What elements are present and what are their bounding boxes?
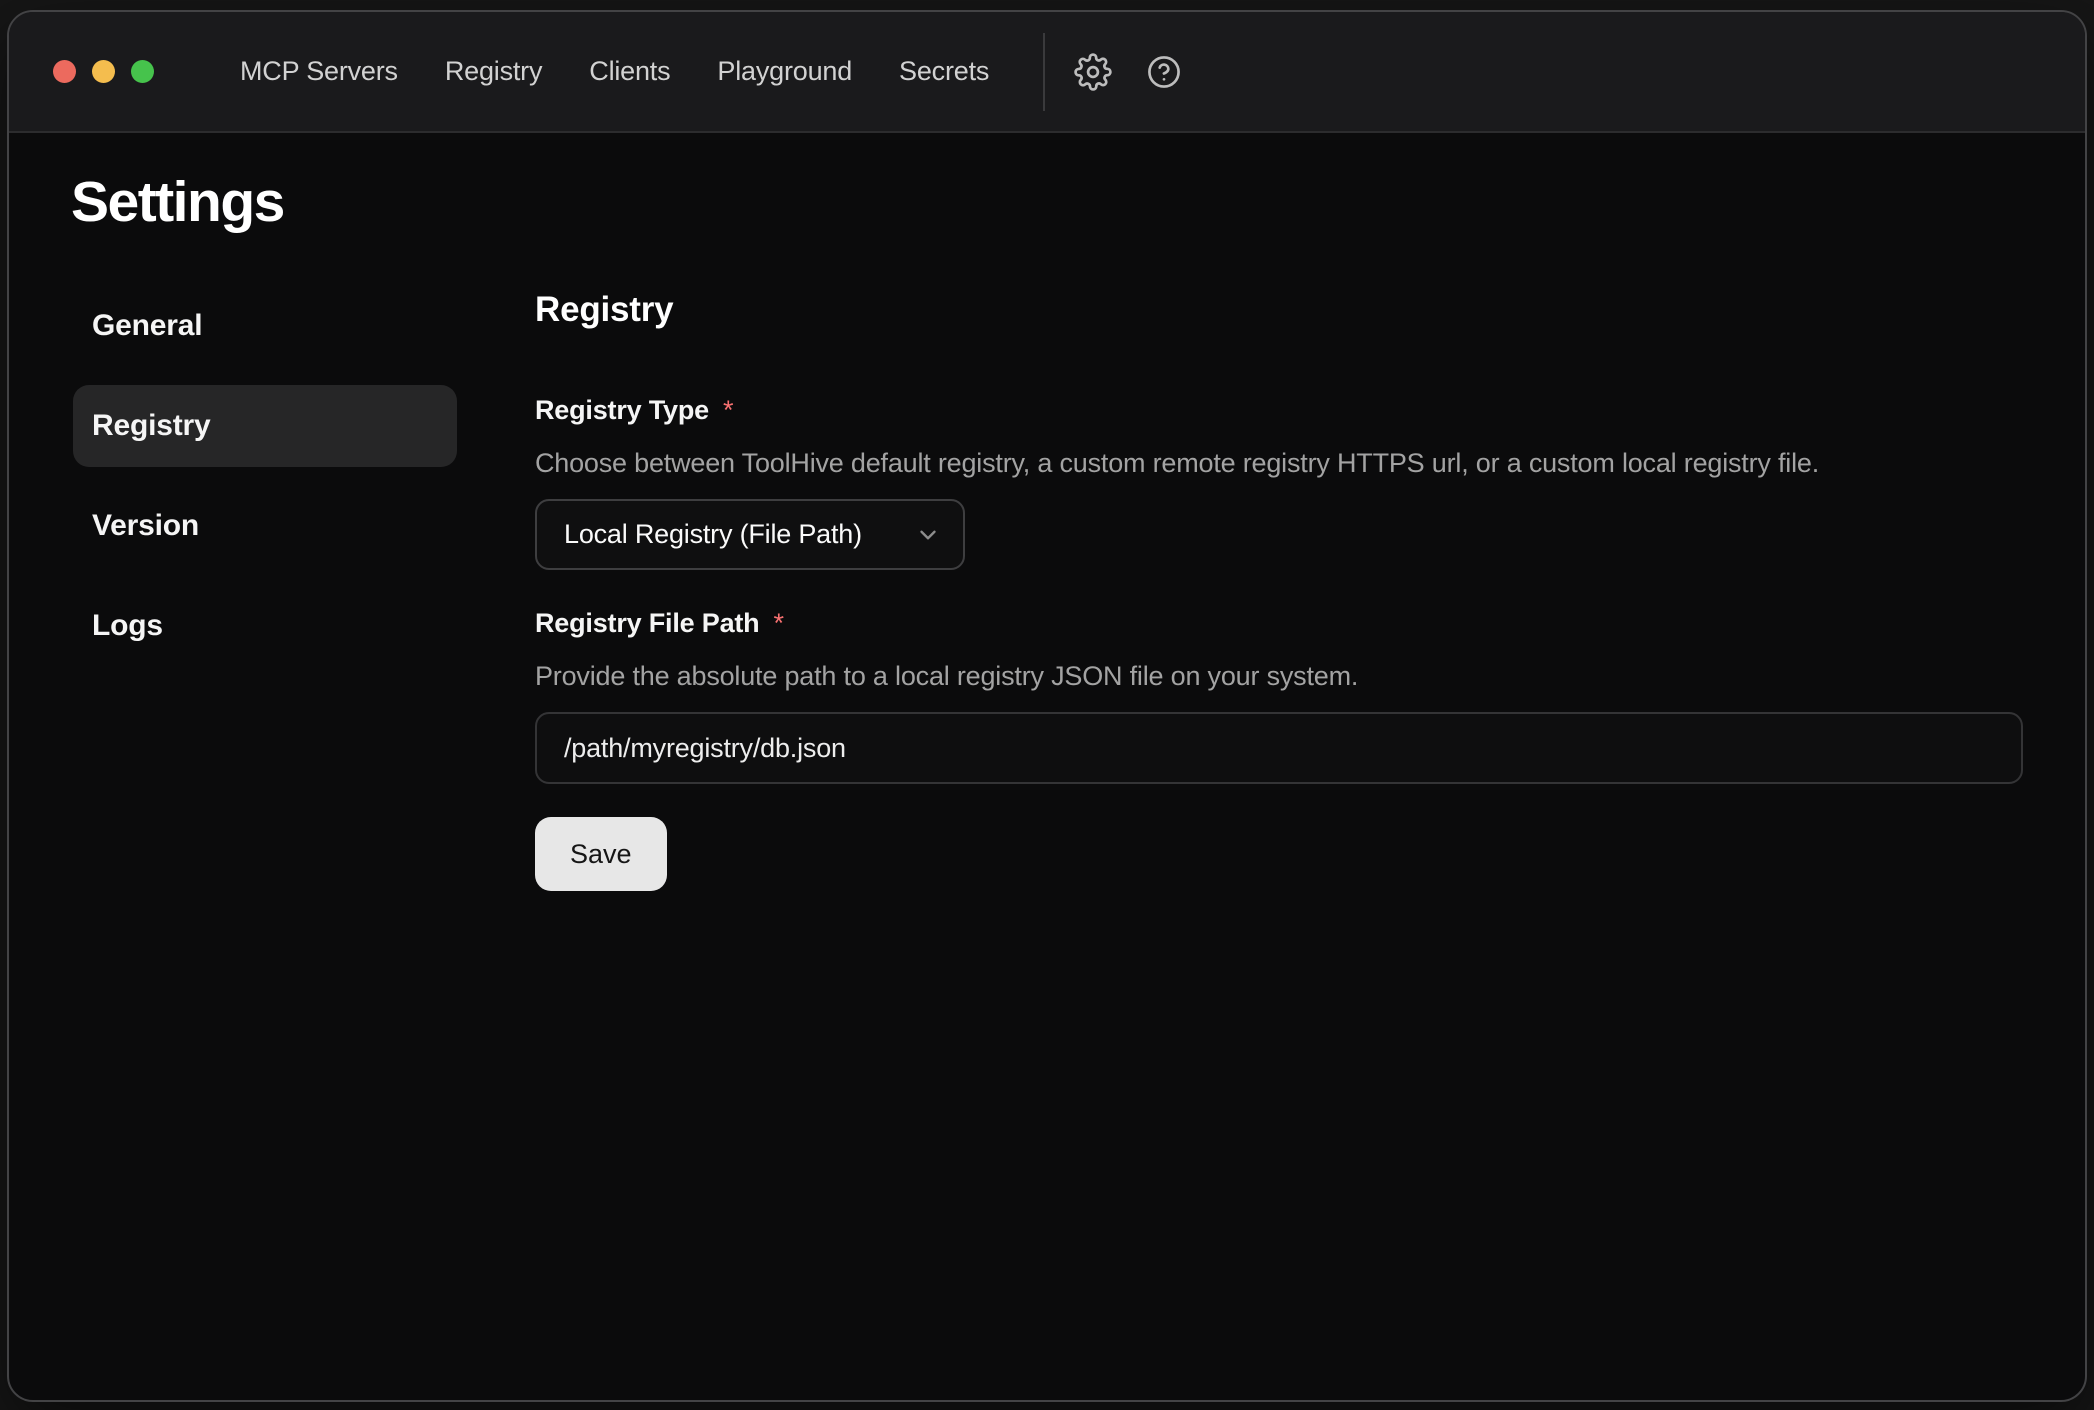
registry-type-select[interactable]: Local Registry (File Path) — [535, 499, 965, 570]
registry-file-path-label: Registry File Path — [535, 606, 759, 640]
help-button[interactable] — [1141, 49, 1187, 95]
close-button[interactable] — [53, 60, 76, 83]
gear-icon — [1074, 53, 1112, 91]
sidebar-item-version[interactable]: Version — [73, 485, 457, 567]
required-asterisk: * — [773, 608, 783, 639]
titlebar-divider — [1043, 33, 1045, 111]
app-window: MCP Servers Registry Clients Playground … — [7, 10, 2087, 1402]
section-heading: Registry — [535, 289, 2023, 331]
sidebar-item-registry[interactable]: Registry — [73, 385, 457, 467]
nav-item-secrets[interactable]: Secrets — [899, 56, 989, 87]
save-button[interactable]: Save — [535, 817, 667, 891]
registry-type-selected-value: Local Registry (File Path) — [564, 519, 862, 550]
nav-item-clients[interactable]: Clients — [589, 56, 670, 87]
sidebar-item-logs[interactable]: Logs — [73, 585, 457, 667]
nav-item-playground[interactable]: Playground — [717, 56, 852, 87]
settings-sidebar: General Registry Version Logs — [73, 285, 457, 891]
registry-settings-panel: Registry Registry Type * Choose between … — [535, 285, 2023, 891]
registry-type-label: Registry Type — [535, 393, 709, 427]
registry-file-path-input[interactable] — [535, 712, 2023, 784]
registry-type-description: Choose between ToolHive default registry… — [535, 445, 2023, 481]
titlebar: MCP Servers Registry Clients Playground … — [9, 12, 2085, 133]
help-circle-icon — [1145, 53, 1183, 91]
page-title: Settings — [71, 167, 2085, 237]
traffic-lights — [53, 60, 154, 83]
required-asterisk: * — [723, 395, 733, 426]
settings-gear-button[interactable] — [1070, 49, 1116, 95]
nav-item-registry[interactable]: Registry — [445, 56, 542, 87]
settings-page: Settings General Registry Version Logs R… — [9, 133, 2085, 891]
minimize-button[interactable] — [92, 60, 115, 83]
top-navigation: MCP Servers Registry Clients Playground … — [240, 56, 989, 87]
chevron-down-icon — [915, 522, 941, 548]
registry-file-path-description: Provide the absolute path to a local reg… — [535, 658, 2023, 694]
sidebar-item-general[interactable]: General — [73, 285, 457, 367]
zoom-button[interactable] — [131, 60, 154, 83]
nav-item-mcp-servers[interactable]: MCP Servers — [240, 56, 398, 87]
